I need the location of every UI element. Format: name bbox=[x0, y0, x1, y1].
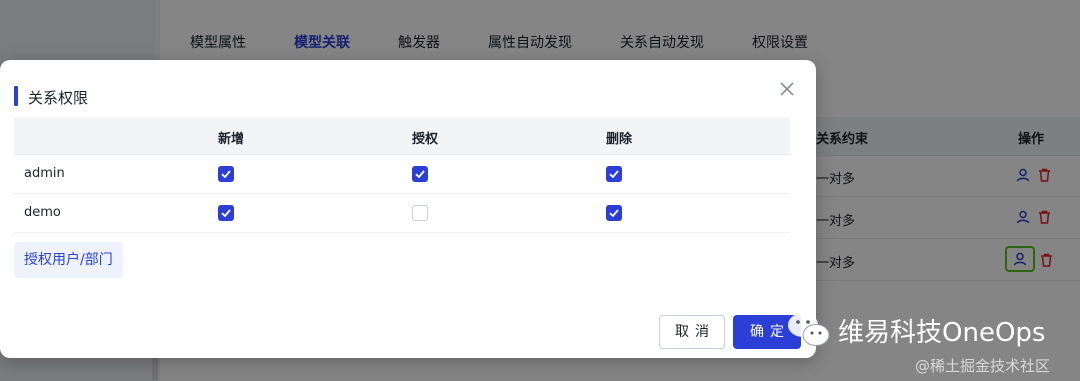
authorize-users-departments-button[interactable]: 授权用户/部门 bbox=[14, 242, 123, 278]
grant-checkbox[interactable] bbox=[412, 205, 428, 221]
add-checkbox[interactable] bbox=[218, 205, 234, 221]
check-icon bbox=[609, 170, 619, 179]
relation-permission-dialog: 关系权限 新增 授权 删除 admin demo 授权用户/部门 取消 确定 bbox=[0, 60, 816, 358]
title-accent-bar bbox=[14, 86, 18, 106]
dialog-title: 关系权限 bbox=[28, 89, 89, 107]
table-row: demo bbox=[14, 194, 790, 233]
close-icon[interactable] bbox=[776, 78, 798, 100]
watermark-source: @稀土掘金技术社区 bbox=[915, 357, 1051, 375]
permission-table-header: 新增 授权 删除 bbox=[14, 118, 790, 155]
watermark-brand: 维易科技OneOps bbox=[838, 318, 1046, 348]
permission-table: 新增 授权 删除 admin demo bbox=[14, 118, 790, 233]
delete-checkbox[interactable] bbox=[606, 166, 622, 182]
column-header-delete: 删除 bbox=[606, 132, 633, 147]
check-icon bbox=[221, 170, 231, 179]
user-name: admin bbox=[24, 166, 65, 181]
check-icon bbox=[221, 209, 231, 218]
check-icon bbox=[609, 209, 619, 218]
wechat-icon bbox=[788, 313, 830, 346]
cancel-button[interactable]: 取消 bbox=[659, 315, 725, 349]
add-checkbox[interactable] bbox=[218, 166, 234, 182]
table-row: admin bbox=[14, 155, 790, 194]
delete-checkbox[interactable] bbox=[606, 205, 622, 221]
column-header-add: 新增 bbox=[218, 132, 245, 147]
column-header-grant: 授权 bbox=[412, 132, 439, 147]
grant-checkbox[interactable] bbox=[412, 166, 428, 182]
user-name: demo bbox=[24, 205, 61, 220]
check-icon bbox=[415, 170, 425, 179]
